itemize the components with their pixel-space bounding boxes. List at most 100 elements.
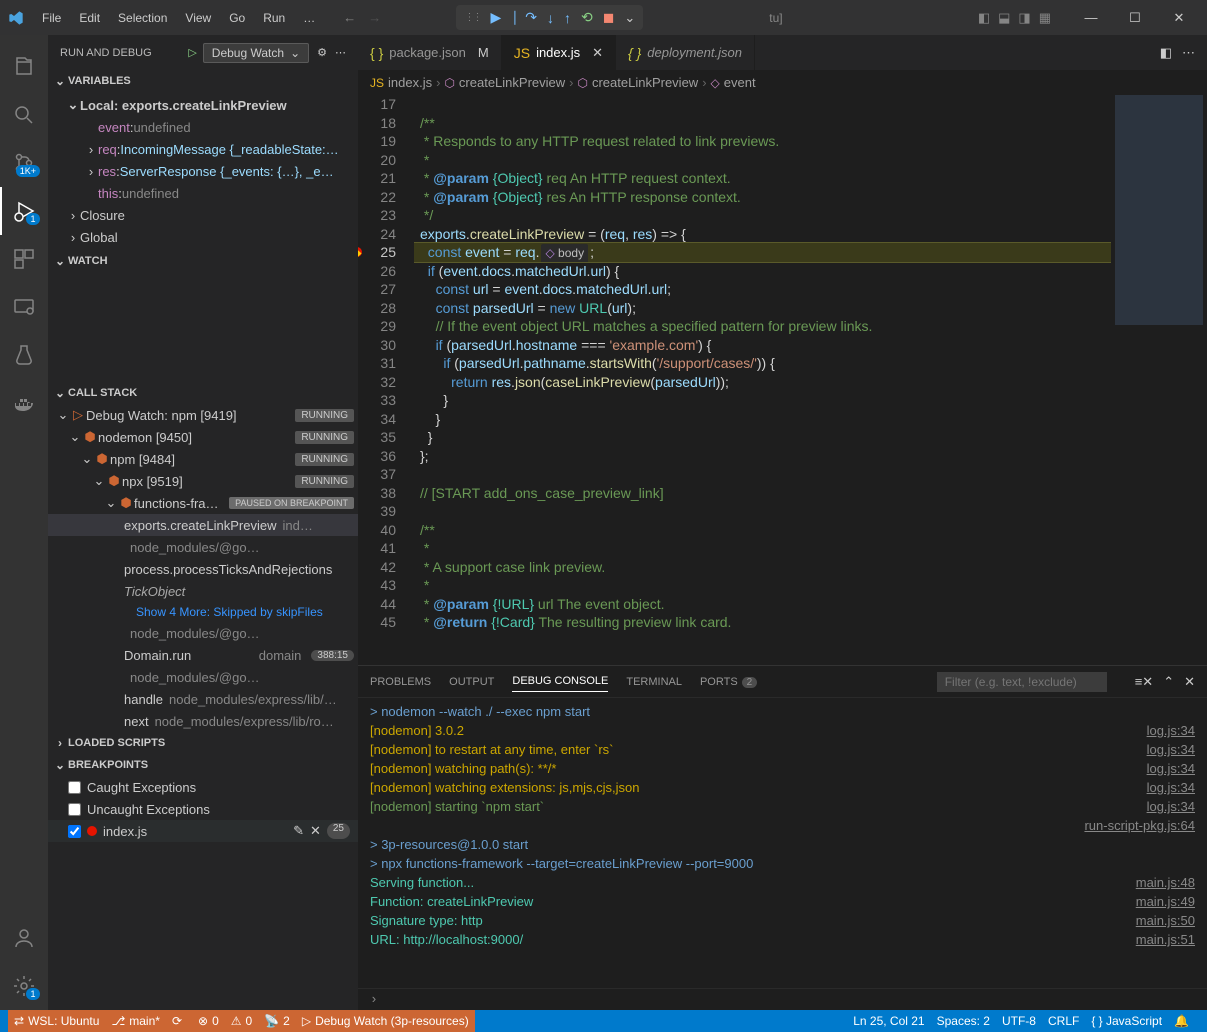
code-line[interactable] bbox=[414, 465, 1111, 484]
editor-tab[interactable]: { }package.jsonM bbox=[358, 35, 502, 70]
status-item-debug[interactable]: ▷Debug Watch (3p-resources) bbox=[296, 1010, 475, 1032]
console-source-link[interactable]: main.js:51 bbox=[1136, 930, 1195, 949]
breadcrumb-item[interactable]: ⬡createLinkPreview bbox=[444, 75, 565, 90]
activity-run-debug[interactable]: 1 bbox=[0, 187, 48, 235]
code-line[interactable]: } bbox=[414, 428, 1111, 447]
debug-target-chevron-icon[interactable]: ⌄ bbox=[624, 10, 635, 26]
close-tab-icon[interactable]: ✕ bbox=[592, 45, 603, 61]
loaded-scripts-section-header[interactable]: ›LOADED SCRIPTS bbox=[48, 732, 358, 754]
breakpoint-caught-exceptions[interactable]: Caught Exceptions bbox=[48, 776, 358, 798]
continue-icon[interactable]: ▶⎹ bbox=[490, 9, 515, 26]
breadcrumb-item[interactable]: ◇event bbox=[711, 75, 756, 90]
code-line[interactable]: */ bbox=[414, 206, 1111, 225]
line-number[interactable]: 32 bbox=[358, 373, 396, 392]
code-line[interactable]: const parsedUrl = new URL(url); bbox=[414, 299, 1111, 318]
nav-back-icon[interactable]: ← bbox=[343, 10, 356, 25]
maximize-button[interactable]: ☐ bbox=[1115, 3, 1155, 33]
drag-grip-icon[interactable]: ⋮⋮ bbox=[464, 12, 480, 23]
stack-frame[interactable]: node_modules/@go… bbox=[48, 666, 358, 688]
console-source-link[interactable]: log.js:34 bbox=[1147, 759, 1195, 778]
code-line[interactable]: if (event.docs.matchedUrl.url) { bbox=[414, 262, 1111, 281]
activity-accounts[interactable] bbox=[0, 914, 48, 962]
line-number[interactable]: 29 bbox=[358, 317, 396, 336]
panel-tab-ports[interactable]: PORTS2 bbox=[700, 672, 757, 692]
line-number[interactable]: ⮕25 bbox=[358, 243, 396, 262]
code-line[interactable]: * Responds to any HTTP request related t… bbox=[414, 132, 1111, 151]
code-line[interactable]: * @param {!URL} url The event object. bbox=[414, 595, 1111, 614]
edit-breakpoint-icon[interactable]: ✎ bbox=[293, 823, 304, 839]
line-number[interactable]: 27 bbox=[358, 280, 396, 299]
restart-icon[interactable]: ⟲ bbox=[581, 9, 593, 26]
layout-right-icon[interactable]: ◨ bbox=[1018, 10, 1030, 26]
console-source-link[interactable]: log.js:34 bbox=[1147, 778, 1195, 797]
step-into-icon[interactable]: ↓ bbox=[547, 10, 554, 26]
nav-forward-icon[interactable]: → bbox=[368, 10, 381, 25]
status-item-ports[interactable]: 📡2 bbox=[258, 1010, 296, 1032]
line-number[interactable]: 34 bbox=[358, 410, 396, 429]
line-number[interactable]: 40 bbox=[358, 521, 396, 540]
breakpoint-file-row[interactable]: index.js ✎ ✕ 25 bbox=[48, 820, 358, 842]
skip-files-link[interactable]: Show 4 More: Skipped by skipFiles bbox=[48, 602, 358, 622]
layout-bottom-icon[interactable]: ⬓ bbox=[998, 10, 1010, 26]
callstack-thread[interactable]: ⌄▷Debug Watch: npm [9419]RUNNING bbox=[48, 404, 358, 426]
line-number[interactable]: 22 bbox=[358, 188, 396, 207]
line-number[interactable]: 43 bbox=[358, 576, 396, 595]
code-line[interactable]: } bbox=[414, 391, 1111, 410]
console-source-link[interactable]: main.js:48 bbox=[1136, 873, 1195, 892]
activity-testing[interactable] bbox=[0, 331, 48, 379]
stack-frame[interactable]: node_modules/@go… bbox=[48, 536, 358, 558]
stack-frame[interactable]: node_modules/@go… bbox=[48, 622, 358, 644]
console-source-link[interactable]: main.js:49 bbox=[1136, 892, 1195, 911]
layout-left-icon[interactable]: ◧ bbox=[978, 10, 990, 26]
activity-extensions[interactable] bbox=[0, 235, 48, 283]
callstack-thread[interactable]: ⌄⬢npm [9484]RUNNING bbox=[48, 448, 358, 470]
menu-go[interactable]: Go bbox=[221, 7, 253, 29]
code-line[interactable]: // If the event object URL matches a spe… bbox=[414, 317, 1111, 336]
activity-explorer[interactable] bbox=[0, 43, 48, 91]
breadcrumb[interactable]: JSindex.js›⬡createLinkPreview›⬡createLin… bbox=[358, 70, 1207, 95]
line-number[interactable]: 37 bbox=[358, 465, 396, 484]
close-button[interactable]: ✕ bbox=[1159, 3, 1199, 33]
line-number[interactable]: 18 bbox=[358, 114, 396, 133]
code-line[interactable]: // [START add_ons_case_preview_link] bbox=[414, 484, 1111, 503]
debug-config-select[interactable]: Debug Watch ⌄ bbox=[203, 43, 309, 63]
code-line[interactable]: * bbox=[414, 539, 1111, 558]
panel-tab-terminal[interactable]: TERMINAL bbox=[626, 672, 682, 692]
stack-frame[interactable]: handlenode_modules/express/lib/… bbox=[48, 688, 358, 710]
code-line[interactable]: * @param {Object} res An HTTP response c… bbox=[414, 188, 1111, 207]
status-item[interactable]: UTF-8 bbox=[996, 1014, 1042, 1028]
minimize-button[interactable]: — bbox=[1071, 3, 1111, 33]
line-number[interactable]: 33 bbox=[358, 391, 396, 410]
console-filter-input[interactable] bbox=[937, 672, 1107, 692]
status-item[interactable]: { } JavaScript bbox=[1085, 1014, 1168, 1028]
code-line[interactable]: const url = event.docs.matchedUrl.url; bbox=[414, 280, 1111, 299]
more-tab-actions-icon[interactable]: ⋯ bbox=[1182, 45, 1195, 61]
status-item-error[interactable]: ⊗0 bbox=[192, 1010, 225, 1032]
intellisense-hint[interactable]: ◇ body bbox=[541, 244, 588, 263]
breakpoint-uncaught-exceptions[interactable]: Uncaught Exceptions bbox=[48, 798, 358, 820]
console-source-link[interactable]: main.js:50 bbox=[1136, 911, 1195, 930]
menu-selection[interactable]: Selection bbox=[110, 7, 175, 29]
debug-console-output[interactable]: > nodemon --watch ./ --exec npm start[no… bbox=[358, 698, 1207, 988]
gear-icon[interactable]: ⚙ bbox=[317, 46, 327, 59]
line-number[interactable]: 36 bbox=[358, 447, 396, 466]
line-number[interactable]: 19 bbox=[358, 132, 396, 151]
code-line[interactable]: * @return {!Card} The resulting preview … bbox=[414, 613, 1111, 632]
code-line[interactable]: * @param {Object} req An HTTP request co… bbox=[414, 169, 1111, 188]
menu-file[interactable]: File bbox=[34, 7, 69, 29]
editor-tab[interactable]: JSindex.js✕ bbox=[502, 35, 616, 70]
line-number[interactable]: 42 bbox=[358, 558, 396, 577]
menu-…[interactable]: … bbox=[295, 7, 323, 29]
status-item-sync[interactable]: ⟳ bbox=[166, 1010, 192, 1032]
line-number[interactable]: 23 bbox=[358, 206, 396, 225]
status-item-warning[interactable]: ⚠0 bbox=[225, 1010, 258, 1032]
caught-checkbox[interactable] bbox=[68, 781, 81, 794]
breakpoints-section-header[interactable]: ⌄BREAKPOINTS bbox=[48, 754, 358, 776]
code-line[interactable]: } bbox=[414, 410, 1111, 429]
line-number[interactable]: 20 bbox=[358, 151, 396, 170]
line-number[interactable]: 26 bbox=[358, 262, 396, 281]
line-number[interactable]: 35 bbox=[358, 428, 396, 447]
watch-section-header[interactable]: ⌄WATCH bbox=[48, 250, 358, 272]
minimap[interactable] bbox=[1111, 95, 1207, 665]
code-line[interactable]: }; bbox=[414, 447, 1111, 466]
